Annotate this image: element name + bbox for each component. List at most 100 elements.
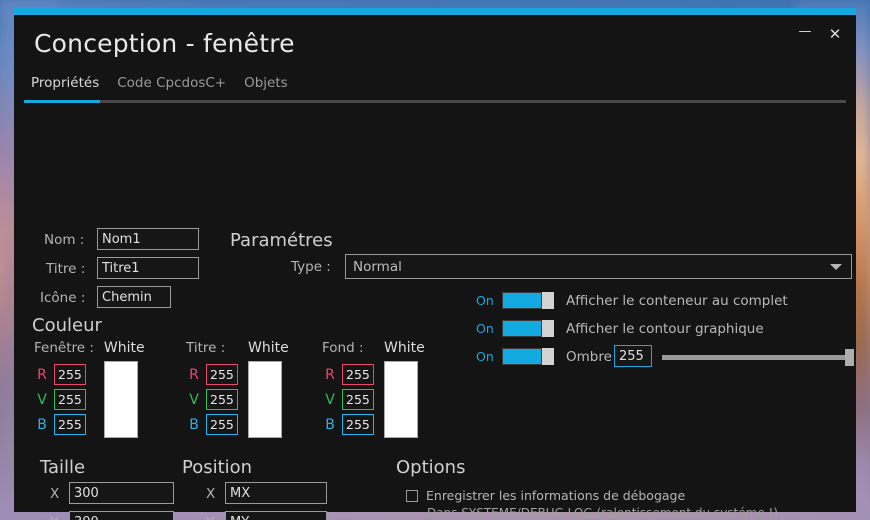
channel-row-v: V [186, 389, 238, 410]
taille-x-input[interactable] [69, 482, 174, 504]
type-select-value: Normal [353, 258, 402, 275]
toggle-switch-conteneur[interactable] [502, 292, 556, 309]
color-titre-b-input[interactable] [206, 414, 238, 435]
color-fenetre-b-input[interactable] [54, 414, 86, 435]
debug-hint-text: Dans SYSTEME/DEBUG.LOG (ralentissement d… [427, 506, 779, 520]
position-x-input[interactable] [225, 482, 327, 504]
color-fond-swatch[interactable] [384, 361, 418, 438]
toggle-label-ombre: Ombre [566, 348, 612, 365]
tab-objets[interactable]: Objets [235, 73, 297, 91]
color-titre-label: Titre : [186, 340, 226, 356]
tab-active-indicator [24, 100, 100, 103]
options-title: Options [396, 457, 466, 478]
nom-input[interactable] [97, 228, 199, 250]
color-group-fond: Fond : R V B [322, 340, 425, 439]
color-fenetre-swatch[interactable] [103, 361, 138, 438]
close-icon[interactable]: ✕ [820, 21, 850, 47]
channel-letter-v: V [189, 391, 199, 408]
desktop-background: Conception - fenêtre — ✕ Propriétés Code… [0, 0, 870, 520]
toggle-fill [502, 292, 542, 309]
titre-input[interactable] [97, 257, 199, 279]
color-fenetre-label: Fenêtre : [34, 340, 94, 356]
title-bar: Conception - fenêtre — ✕ [14, 15, 856, 73]
channel-row-r: R [34, 364, 94, 385]
channel-letter-v: V [37, 391, 47, 408]
channel-letter-b: B [189, 416, 199, 433]
channel-letter-r: R [37, 366, 47, 383]
debug-checkbox[interactable] [406, 489, 418, 502]
channel-letter-b: B [325, 416, 335, 433]
color-titre-r-input[interactable] [206, 364, 238, 385]
color-group-titre: Titre : R V B [186, 340, 289, 439]
channel-row-b: B [322, 414, 374, 435]
color-titre-name: White [248, 340, 289, 356]
channel-row-r: R [186, 364, 238, 385]
color-fenetre-name: White [103, 340, 145, 356]
tab-list: Propriétés Code CpcdosC+ Objets [22, 73, 856, 91]
color-titre-v-input[interactable] [206, 389, 238, 410]
channel-row-b: B [34, 414, 94, 435]
toggle-knob [542, 292, 554, 309]
toggle-state-conteneur: On [476, 293, 494, 308]
toggle-state-contour: On [476, 321, 494, 336]
tab-bar: Propriétés Code CpcdosC+ Objets [14, 73, 856, 107]
toggle-label-conteneur: Afficher le conteneur au complet [566, 292, 788, 309]
type-label: Type : [291, 259, 331, 275]
taille-title: Taille [40, 457, 86, 478]
ombre-slider-thumb[interactable] [845, 349, 854, 366]
position-title: Position [182, 457, 253, 478]
toggle-knob [542, 320, 554, 337]
debug-label: Enregistrer les informations de débogage [426, 488, 686, 503]
properties-panel: Nom : Titre : Icône : Paramétres Type : … [14, 107, 856, 520]
channel-row-r: R [322, 364, 374, 385]
tab-underline-track [24, 100, 846, 103]
color-group-fenetre: Fenêtre : R V B [34, 340, 145, 439]
chevron-down-icon [830, 263, 842, 270]
minimize-icon[interactable]: — [790, 21, 820, 47]
page-title: Conception - fenêtre [34, 29, 295, 58]
toggle-knob [542, 348, 554, 365]
taille-x-label: X [50, 486, 60, 502]
color-fenetre-v-input[interactable] [54, 389, 86, 410]
toggle-row-ombre: On Ombre [476, 348, 612, 365]
toggle-switch-ombre[interactable] [502, 348, 556, 365]
channel-letter-b: B [37, 416, 47, 433]
toggle-row-conteneur: On Afficher le conteneur au complet [476, 292, 788, 309]
channel-letter-v: V [325, 391, 335, 408]
color-titre-swatch[interactable] [248, 361, 282, 438]
channel-letter-r: R [325, 366, 335, 383]
type-select[interactable]: Normal [345, 254, 852, 279]
debug-checkbox-row[interactable]: Enregistrer les informations de débogage [406, 488, 685, 503]
channel-row-b: B [186, 414, 238, 435]
position-y-input[interactable] [225, 511, 327, 520]
toggle-fill [502, 348, 542, 365]
taille-y-input[interactable] [69, 511, 174, 520]
toggle-fill [502, 320, 542, 337]
color-fond-r-input[interactable] [342, 364, 374, 385]
toggle-state-ombre: On [476, 349, 494, 364]
color-fond-v-input[interactable] [342, 389, 374, 410]
tab-proprietes[interactable]: Propriétés [22, 73, 108, 91]
channel-row-v: V [34, 389, 94, 410]
conception-window: Conception - fenêtre — ✕ Propriétés Code… [14, 8, 856, 520]
ombre-slider[interactable] [662, 349, 854, 366]
window-controls: — ✕ [790, 21, 850, 47]
icone-label: Icône : [40, 290, 86, 306]
toggle-switch-contour[interactable] [502, 320, 556, 337]
titre-label: Titre : [46, 261, 86, 277]
color-fond-name: White [384, 340, 425, 356]
toggle-row-contour: On Afficher le contour graphique [476, 320, 764, 337]
tab-code-cpcdosc[interactable]: Code CpcdosC+ [108, 73, 235, 91]
color-fenetre-r-input[interactable] [54, 364, 86, 385]
color-fond-b-input[interactable] [342, 414, 374, 435]
couleur-title: Couleur [32, 315, 102, 336]
channel-row-v: V [322, 389, 374, 410]
position-x-label: X [206, 486, 216, 502]
icone-input[interactable] [97, 286, 171, 308]
ombre-value-input[interactable] [614, 345, 652, 367]
color-fond-label: Fond : [322, 340, 364, 356]
channel-letter-r: R [189, 366, 199, 383]
parametres-title: Paramétres [230, 230, 333, 251]
toggle-label-contour: Afficher le contour graphique [566, 320, 764, 337]
position-y-label: Y [206, 515, 214, 520]
